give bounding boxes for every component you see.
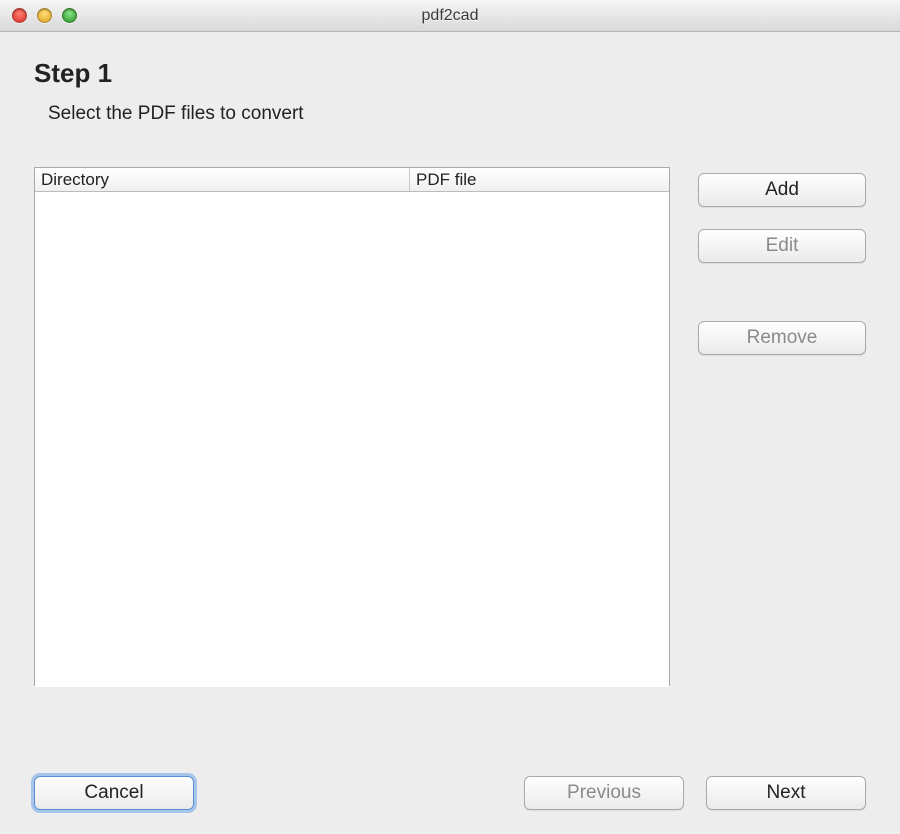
minimize-icon[interactable] [37,8,52,23]
table-body[interactable] [35,192,669,687]
table-header: Directory PDF file [35,168,669,192]
side-buttons: Add Edit Remove [698,167,866,728]
column-header-pdf-file[interactable]: PDF file [410,168,669,191]
step-title: Step 1 [34,58,866,89]
add-button[interactable]: Add [698,173,866,207]
next-button[interactable]: Next [706,776,866,810]
remove-button: Remove [698,321,866,355]
zoom-icon[interactable] [62,8,77,23]
footer-buttons: Cancel Previous Next [34,776,866,810]
previous-button: Previous [524,776,684,810]
window-title: pdf2cad [0,7,900,25]
titlebar: pdf2cad [0,0,900,32]
column-header-directory[interactable]: Directory [35,168,410,191]
cancel-button[interactable]: Cancel [34,776,194,810]
traffic-lights [12,8,77,23]
file-table[interactable]: Directory PDF file [34,167,670,686]
edit-button: Edit [698,229,866,263]
close-icon[interactable] [12,8,27,23]
main-area: Directory PDF file Add Edit Remove [34,167,866,728]
button-gap [698,285,866,299]
window-body: Step 1 Select the PDF files to convert D… [0,32,900,834]
step-subtitle: Select the PDF files to convert [48,103,866,125]
